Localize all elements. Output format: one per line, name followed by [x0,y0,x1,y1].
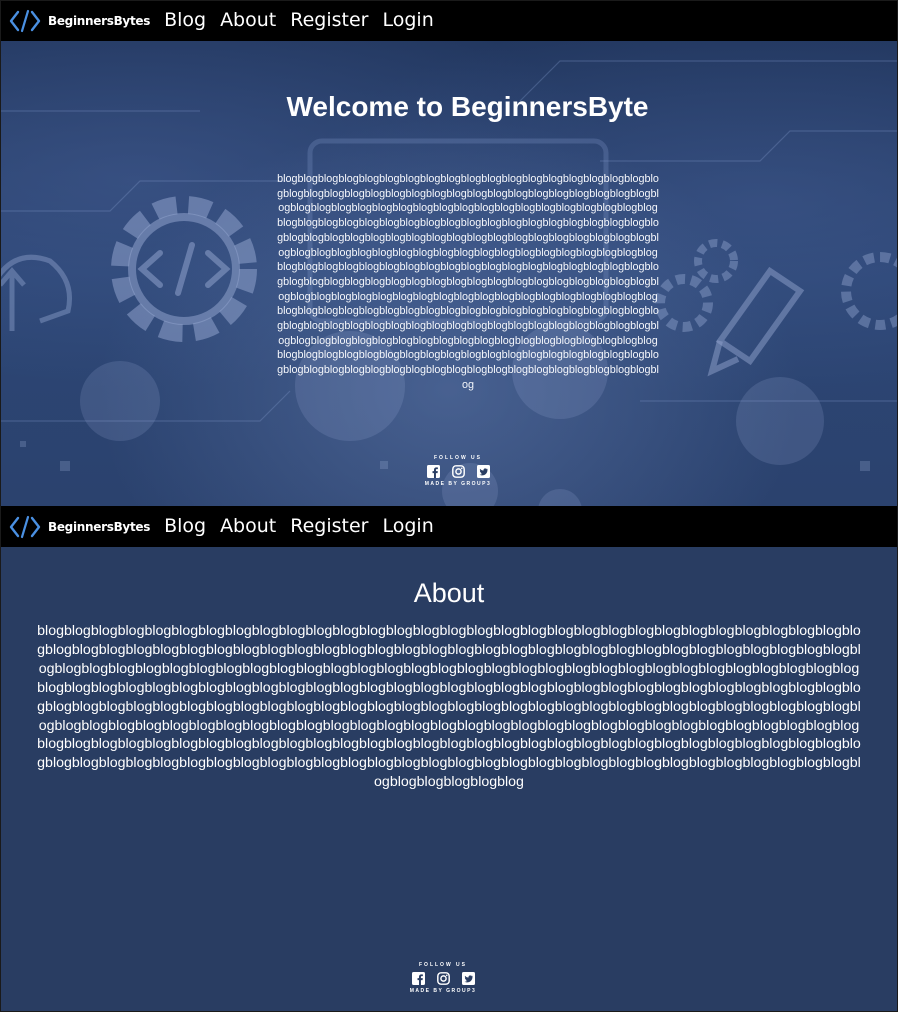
about-section: About blogblogblogblogblogblogblogblogbl… [0,547,898,1012]
nav-link-blog[interactable]: Blog [164,506,206,547]
navbar-about: BeginnersBytes Blog About Register Login [0,506,898,547]
home-title: Welcome to BeginnersByte [286,91,649,122]
nav-link-login[interactable]: Login [382,0,433,41]
follow-us-label: FOLLOW US [434,455,482,461]
nav-link-login[interactable]: Login [382,506,433,547]
made-by-label: MADE BY GROUP3 [409,988,477,994]
brand-logo-link[interactable]: BeginnersBytes [9,515,150,539]
nav-link-about[interactable]: About [220,506,276,547]
brand-logo-link[interactable]: BeginnersBytes [9,9,150,33]
facebook-icon[interactable] [426,465,440,478]
made-by-label: MADE BY GROUP3 [424,481,492,487]
code-brackets-icon [9,515,41,538]
nav-link-register[interactable]: Register [290,506,368,547]
code-brackets-icon [9,9,41,32]
follow-us-label: FOLLOW US [419,962,467,968]
social-links [18,465,898,478]
twitter-icon[interactable] [461,972,475,985]
nav-link-about[interactable]: About [220,0,276,41]
about-footer: FOLLOW US MADE BY GROUP3 [0,962,898,994]
brand-name: BeginnersBytes [48,519,151,534]
nav-link-blog[interactable]: Blog [164,0,206,41]
home-footer: FOLLOW US MADE BY GROUP3 [0,455,898,487]
home-body-text: blogblogblogblogblogblogblogblogblogblog… [277,173,659,391]
twitter-icon[interactable] [476,465,490,478]
instagram-icon[interactable] [451,465,465,478]
home-hero: Welcome to BeginnersByte blogblogblogblo… [0,41,898,506]
instagram-icon[interactable] [436,972,450,985]
about-body-text: blogblogblogblogblogblogblogblogblogblog… [37,623,861,791]
about-title: About [413,578,485,608]
social-links [0,972,886,985]
nav-link-register[interactable]: Register [290,0,368,41]
facebook-icon[interactable] [411,972,425,985]
brand-name: BeginnersBytes [48,13,151,28]
navbar: BeginnersBytes Blog About Register Login [0,0,898,41]
